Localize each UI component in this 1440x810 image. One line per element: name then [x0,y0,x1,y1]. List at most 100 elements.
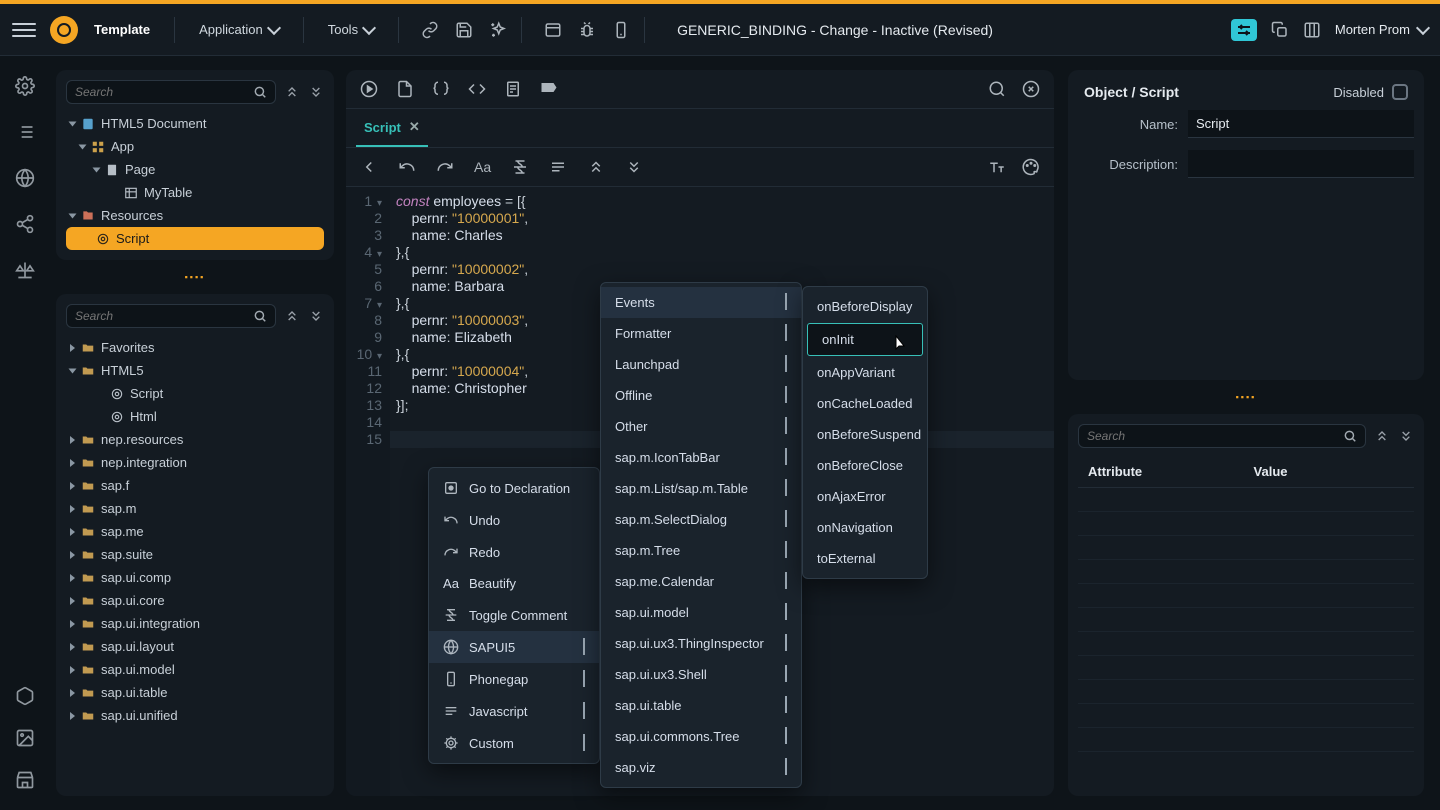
col-value[interactable]: Value [1244,456,1364,488]
menu-item[interactable]: Events [601,287,801,318]
expand-all-icon[interactable] [308,84,324,100]
layout-toggle-icon[interactable] [1231,19,1257,41]
fontsize-icon[interactable]: Aa [474,159,491,175]
save-icon[interactable] [455,21,473,39]
description-input[interactable] [1188,150,1414,178]
tree-item[interactable]: Html [66,405,324,428]
columns-icon[interactable] [1303,21,1321,39]
tree-item[interactable]: sap.m [66,497,324,520]
lines-icon[interactable] [549,158,567,176]
play-icon[interactable] [360,80,378,98]
menu-item[interactable]: Other [601,411,801,442]
menu-item[interactable]: sap.ui.ux3.ThingInspector [601,628,801,659]
link-icon[interactable] [421,21,439,39]
globe-icon[interactable] [15,168,35,188]
tree-item[interactable]: sap.f [66,474,324,497]
tree-item[interactable]: Script [66,382,324,405]
menu-item[interactable]: sap.ui.commons.Tree [601,721,801,752]
menu-item[interactable]: AaBeautify [429,568,599,599]
tree-item[interactable]: nep.resources [66,428,324,451]
menu-item[interactable]: sap.m.IconTabBar [601,442,801,473]
menu-item[interactable]: toExternal [803,543,927,574]
menu-icon[interactable] [12,18,36,42]
tree-item[interactable]: sap.ui.integration [66,612,324,635]
store-icon[interactable] [15,770,35,790]
menu-item[interactable]: onBeforeDisplay [803,291,927,322]
scale-icon[interactable] [15,260,35,280]
tree-item[interactable]: sap.ui.table [66,681,324,704]
tree-item[interactable]: Favorites [66,336,324,359]
strike-icon[interactable] [511,158,529,176]
tree-item[interactable]: sap.me [66,520,324,543]
menu-item[interactable]: Toggle Comment [429,599,599,631]
collapse-icon[interactable] [587,158,605,176]
tools-menu[interactable]: Tools [318,16,384,43]
tree-item-document[interactable]: HTML5 Document [66,112,324,135]
user-menu[interactable]: Morten Prom [1335,22,1428,37]
outline-search-input[interactable] [75,85,253,99]
menu-item[interactable]: Redo [429,536,599,568]
hexagon-icon[interactable] [15,686,35,706]
collapse-all-icon[interactable] [284,84,300,100]
menu-item[interactable]: sap.viz [601,752,801,783]
window-icon[interactable] [544,21,562,39]
tree-item[interactable]: sap.suite [66,543,324,566]
menu-item[interactable]: Undo [429,504,599,536]
tree-item-script[interactable]: Script [66,227,324,250]
menu-item[interactable]: sap.ui.ux3.Shell [601,659,801,690]
expand-icon[interactable] [625,158,643,176]
tree-item[interactable]: sap.ui.comp [66,566,324,589]
library-search[interactable] [66,304,276,328]
menu-item[interactable]: onCacheLoaded [803,388,927,419]
magic-icon[interactable] [489,21,507,39]
disabled-checkbox[interactable] [1392,84,1408,100]
code-icon[interactable] [468,80,486,98]
close-circle-icon[interactable] [1022,80,1040,98]
bug-icon[interactable] [578,21,596,39]
menu-item[interactable]: Launchpad [601,349,801,380]
context-menu-editor[interactable]: Go to DeclarationUndoRedoAaBeautifyToggl… [428,467,600,764]
menu-item[interactable]: sap.me.Calendar [601,566,801,597]
expand-all-icon[interactable] [1398,428,1414,444]
copy-icon[interactable] [1271,21,1289,39]
collapse-all-icon[interactable] [284,308,300,324]
tree-item-app[interactable]: App [66,135,324,158]
menu-item[interactable]: Phonegap [429,663,599,695]
menu-item[interactable]: Custom [429,727,599,759]
menu-item[interactable]: sap.m.SelectDialog [601,504,801,535]
library-search-input[interactable] [75,309,253,323]
tree-item-mytable[interactable]: MyTable [66,181,324,204]
menu-item[interactable]: onNavigation [803,512,927,543]
tree-item[interactable]: HTML5 [66,359,324,382]
tag-icon[interactable] [540,80,558,98]
gear-icon[interactable] [15,76,35,96]
panel-divider[interactable]: ▪▪▪▪ [50,272,340,282]
menu-item[interactable]: onBeforeClose [803,450,927,481]
menu-item[interactable]: Offline [601,380,801,411]
tree-item[interactable]: sap.ui.core [66,589,324,612]
menu-item[interactable]: sap.ui.table [601,690,801,721]
attribute-search-input[interactable] [1087,429,1343,443]
back-icon[interactable] [360,158,378,176]
search-icon[interactable] [988,80,1006,98]
context-menu-sapui5[interactable]: EventsFormatterLaunchpadOfflineOthersap.… [600,282,802,788]
braces-icon[interactable] [432,80,450,98]
menu-item[interactable]: onAjaxError [803,481,927,512]
collapse-all-icon[interactable] [1374,428,1390,444]
tree-item[interactable]: nep.integration [66,451,324,474]
tree-item[interactable]: sap.ui.model [66,658,324,681]
page-icon[interactable] [504,80,522,98]
close-icon[interactable]: ✕ [409,119,420,135]
palette-icon[interactable] [1022,158,1040,176]
image-icon[interactable] [15,728,35,748]
menu-item[interactable]: onBeforeSuspend [803,419,927,450]
textsize-icon[interactable] [988,158,1006,176]
attribute-search[interactable] [1078,424,1366,448]
list-icon[interactable] [15,122,35,142]
menu-item[interactable]: Formatter [601,318,801,349]
share-icon[interactable] [15,214,35,234]
menu-item[interactable]: sap.m.List/sap.m.Table [601,473,801,504]
application-menu[interactable]: Application [189,16,289,43]
menu-item[interactable]: SAPUI5 [429,631,599,663]
name-input[interactable] [1188,110,1414,138]
